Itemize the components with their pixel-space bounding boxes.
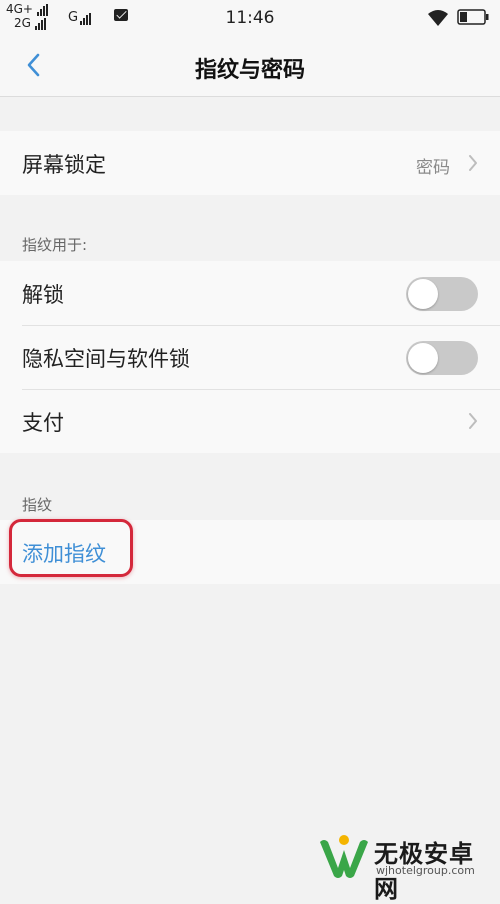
toggle-knob	[408, 343, 438, 373]
highlight-annotation	[9, 519, 133, 577]
watermark: 无极安卓网 wjhotelgroup.com	[308, 826, 498, 903]
watermark-url: wjhotelgroup.com	[376, 864, 475, 877]
toggle-knob	[408, 279, 438, 309]
unlock-label: 解锁	[22, 283, 64, 307]
payment-row[interactable]: 支付	[0, 389, 500, 453]
battery-icon	[457, 9, 489, 25]
payment-label: 支付	[22, 411, 64, 435]
fingerprint-section-label: 指纹	[22, 496, 53, 514]
fingerprint-use-group: 解锁 隐私空间与软件锁 支付	[0, 261, 500, 453]
page-title: 指纹与密码	[194, 58, 305, 83]
privacy-space-label: 隐私空间与软件锁	[22, 347, 190, 371]
fingerprint-use-section-label: 指纹用于:	[22, 236, 88, 254]
privacy-space-toggle[interactable]	[406, 341, 478, 375]
unlock-toggle[interactable]	[406, 277, 478, 311]
screen-lock-group: 屏幕锁定 密码	[0, 131, 500, 195]
wifi-icon	[428, 10, 448, 26]
chevron-right-icon	[469, 413, 477, 429]
unlock-row[interactable]: 解锁	[0, 261, 500, 325]
chevron-right-icon	[469, 155, 477, 171]
watermark-logo-icon	[320, 835, 368, 878]
screen-lock-row[interactable]: 屏幕锁定 密码	[0, 131, 500, 195]
screen-lock-label: 屏幕锁定	[22, 153, 106, 177]
screen-lock-value: 密码	[416, 158, 450, 178]
privacy-space-row[interactable]: 隐私空间与软件锁	[0, 325, 500, 389]
navigation-bar: 指纹与密码	[0, 36, 500, 97]
status-time: 11:46	[225, 8, 275, 28]
status-bar: 4G+ 2G G 11:46	[0, 0, 500, 36]
